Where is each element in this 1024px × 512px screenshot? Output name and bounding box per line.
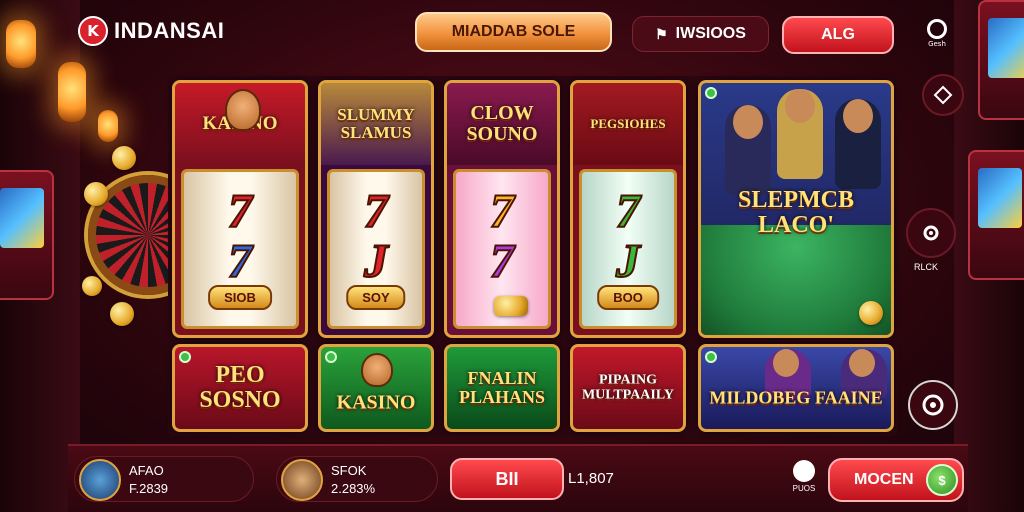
- coin-decoration: [82, 276, 102, 296]
- game-title: PEO SOSNO: [199, 361, 281, 413]
- player-value: 2.283%: [331, 481, 376, 496]
- featured-game-title: SLEPMCB LACO': [737, 186, 854, 238]
- online-indicator-icon: [705, 351, 717, 363]
- dealer-figure: [725, 105, 771, 195]
- avatar: [281, 459, 323, 501]
- alert-button[interactable]: ALG: [782, 16, 894, 54]
- player-name: SFOK: [331, 463, 367, 478]
- game-title: SLUMMY SLAMUS: [321, 83, 431, 165]
- info-label: PUOS: [792, 484, 816, 493]
- diamond-icon: [933, 85, 953, 105]
- reel-symbol: 7: [363, 185, 389, 238]
- mode-button[interactable]: MOCEN $: [828, 458, 964, 502]
- brand-name: INDANSAI: [114, 18, 225, 43]
- player-card-1[interactable]: AFAO F.2839: [74, 456, 254, 502]
- game-title: MILDOBEG FAAINE: [709, 387, 883, 408]
- avatar: [79, 459, 121, 501]
- dealer-figure: [777, 89, 823, 179]
- slot-machine-decoration: [968, 150, 1024, 280]
- online-indicator-icon: [179, 351, 191, 363]
- mascot-icon: [361, 353, 393, 387]
- game-tile-peo-sosno[interactable]: PEO SOSNO: [172, 344, 308, 432]
- game-title: KASINO: [336, 391, 416, 414]
- slot-machine-decoration: [0, 170, 54, 300]
- game-tile-pegsiohes[interactable]: PEGSIOHES 7 J BOO: [570, 80, 686, 338]
- dealer-figure: [835, 99, 881, 189]
- flag-icon: ⚑: [655, 25, 668, 42]
- reel-symbol: J: [363, 235, 389, 288]
- info-button[interactable]: PUOS: [786, 460, 822, 493]
- reel-symbol: J: [615, 235, 641, 288]
- slot-reel: 7 J BOO: [579, 169, 677, 329]
- reel-symbol: 7: [227, 235, 253, 288]
- gear-icon: [923, 225, 939, 241]
- slot-reel: 7 J SOY: [327, 169, 425, 329]
- bet-button[interactable]: BII: [450, 458, 564, 500]
- secondary-button-label: IWSIOOS: [675, 25, 746, 42]
- reel-label: SOY: [346, 285, 406, 310]
- reel-symbol: 7: [227, 185, 253, 238]
- cash-icon: $: [926, 464, 958, 496]
- info-icon: [793, 460, 815, 482]
- reel-label: BOO: [597, 285, 659, 310]
- reel-symbol: 7: [489, 185, 515, 238]
- online-indicator-icon: [705, 87, 717, 99]
- lantern-decoration: [58, 62, 86, 122]
- game-title: CLOW SOUNO: [447, 83, 557, 165]
- settings-button[interactable]: [908, 380, 958, 430]
- brand-logo[interactable]: K INDANSAI: [78, 16, 224, 46]
- reel-symbol: 7: [615, 185, 641, 238]
- top-bar: K INDANSAI MIADDAB SOLE ⚑ IWSIOOS ALG Ge…: [0, 0, 1024, 70]
- game-tile-mildobeg-faaine[interactable]: MILDOBEG FAAINE: [698, 344, 894, 432]
- mode-button-label: MOCEN: [854, 471, 914, 488]
- brand-mark-icon: K: [78, 16, 108, 46]
- settings-icon: [922, 394, 944, 416]
- lantern-decoration: [98, 110, 118, 142]
- online-indicator-icon: [325, 351, 337, 363]
- coin-decoration: [110, 302, 134, 326]
- player-name: AFAO: [129, 463, 164, 478]
- balance-display: L1,807: [568, 470, 614, 487]
- game-tile-kasino[interactable]: KASINO 7 7 SIOB: [172, 80, 308, 338]
- secondary-button[interactable]: ⚑ IWSIOOS: [632, 16, 769, 52]
- profile-icon[interactable]: Gesh: [920, 16, 954, 50]
- slot-reel: 7 7 SIOB: [181, 169, 299, 329]
- coin-decoration: [112, 146, 136, 170]
- game-tile-clow-souno[interactable]: CLOW SOUNO 7 7: [444, 80, 560, 338]
- rlck-label: RLCK: [914, 262, 939, 272]
- mascot-icon: [225, 89, 261, 131]
- featured-game-tile[interactable]: SLEPMCB LACO': [698, 80, 894, 338]
- coin-decoration: [84, 182, 108, 206]
- profile-label: Gesh: [928, 39, 946, 48]
- rlck-button[interactable]: [906, 208, 956, 258]
- player-card-2[interactable]: SFOK 2.283%: [276, 456, 438, 502]
- game-tile-fnalin-plahans[interactable]: FNALIN PLAHANS: [444, 344, 560, 432]
- game-tile-slummy-slamus[interactable]: SLUMMY SLAMUS 7 J SOY: [318, 80, 434, 338]
- game-tile-kasino-green[interactable]: KASINO: [318, 344, 434, 432]
- main-promo-button[interactable]: MIADDAB SOLE: [415, 12, 612, 52]
- slot-reel: 7 7: [453, 169, 551, 329]
- chip-icon: [859, 301, 883, 325]
- reel-label: SIOB: [208, 285, 272, 310]
- reel-symbol: 7: [489, 235, 515, 288]
- book-icon: [494, 296, 528, 316]
- game-title: PIPAING MULTPAAILY: [581, 372, 675, 402]
- game-tile-pipaing-multpaaily[interactable]: PIPAING MULTPAAILY: [570, 344, 686, 432]
- diamond-button[interactable]: [922, 74, 964, 116]
- player-value: F.2839: [129, 481, 169, 496]
- bottom-bar: AFAO F.2839 SFOK 2.283% BII L1,807 PUOS …: [68, 444, 968, 512]
- game-title: FNALIN PLAHANS: [458, 368, 545, 407]
- game-title: PEGSIOHES: [573, 83, 683, 165]
